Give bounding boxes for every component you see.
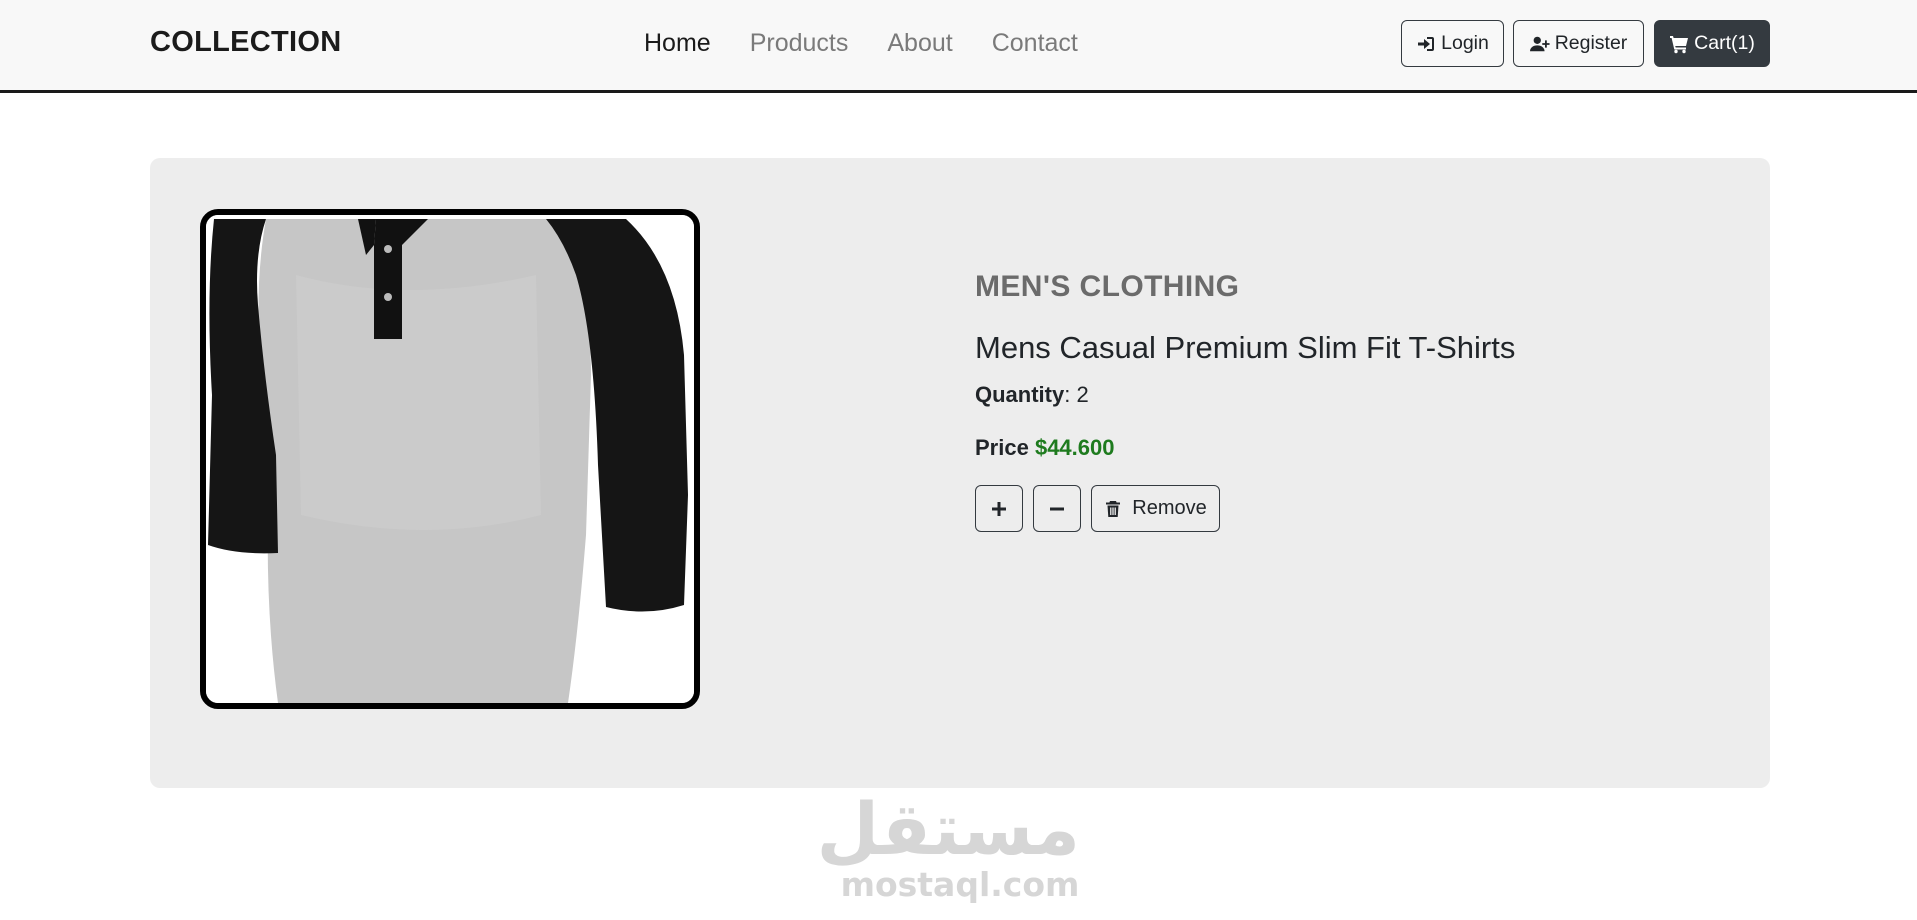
increase-quantity-button[interactable] [975,485,1023,532]
price-label: Price [975,435,1029,460]
nav-links: Home Products About Contact [644,29,1117,58]
product-title: Mens Casual Premium Slim Fit T-Shirts [975,330,1516,365]
navbar: COLLECTION Home Products About Contact L… [0,0,1917,93]
product-category: MEN'S CLOTHING [975,270,1240,303]
remove-label: Remove [1132,497,1207,519]
decrease-quantity-button[interactable] [1033,485,1081,532]
nav-link-products[interactable]: Products [750,29,849,58]
watermark-arabic: مستقل [816,787,1080,871]
minus-icon [1050,507,1064,510]
remove-button[interactable]: Remove [1091,485,1220,532]
raglan-tshirt-image [206,215,694,703]
quantity-value: : 2 [1064,382,1089,407]
item-actions: Remove [975,485,1220,532]
cart-button[interactable]: Cart(1) [1654,20,1770,67]
product-image [200,209,700,709]
watermark-latin: mostaql.com [840,865,1080,904]
nav-link-contact[interactable]: Contact [992,29,1078,58]
login-label: Login [1441,32,1489,54]
quantity-row: Quantity: 2 [975,382,1089,408]
brand-logo[interactable]: COLLECTION [150,26,342,59]
sign-in-icon [1418,36,1435,51]
trash-icon [1106,500,1121,517]
user-plus-icon [1529,36,1550,51]
price-value: $44.600 [1034,435,1115,460]
nav-link-home[interactable]: Home [644,29,711,58]
price-row: Price $44.600 [975,435,1114,461]
shopping-cart-icon [1670,35,1689,53]
cart-label: Cart(1) [1694,32,1755,54]
cart-item-card: MEN'S CLOTHING Mens Casual Premium Slim … [150,158,1770,788]
register-label: Register [1554,32,1628,54]
plus-icon [992,501,1006,516]
register-button[interactable]: Register [1513,20,1644,67]
watermark: مستقل mostaql.com [816,787,1080,905]
nav-link-about[interactable]: About [887,29,952,58]
login-button[interactable]: Login [1401,20,1504,67]
quantity-label: Quantity [975,382,1065,407]
